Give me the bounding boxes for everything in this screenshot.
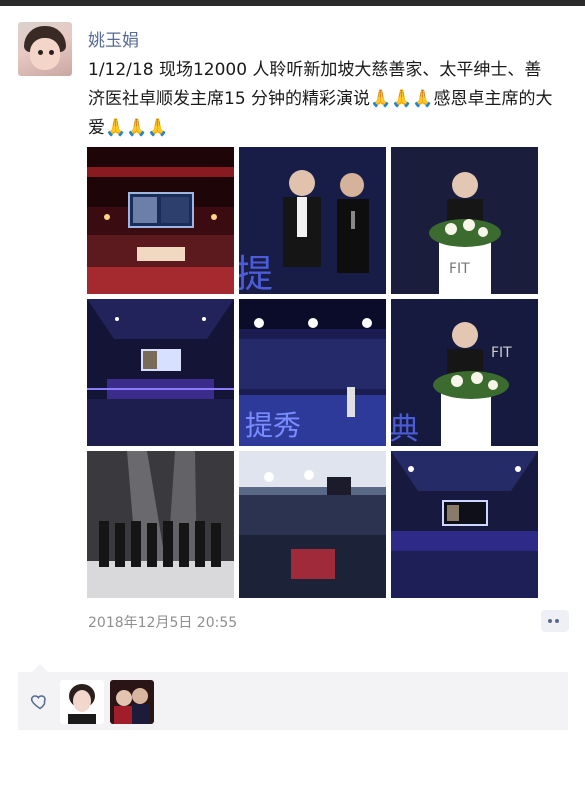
- photo-9[interactable]: [391, 451, 538, 598]
- photo-1[interactable]: [87, 147, 234, 294]
- svg-text:FIT: FIT: [491, 345, 512, 361]
- photo-4[interactable]: [87, 299, 234, 446]
- comment-dots-icon: [548, 619, 552, 623]
- svg-text:提秀: 提秀: [245, 409, 301, 442]
- photo-6[interactable]: 典 FIT: [391, 299, 538, 446]
- post-timestamp: 2018年12月5日 20:55: [88, 615, 238, 631]
- photo-7[interactable]: [87, 451, 234, 598]
- photo-8[interactable]: [239, 451, 386, 598]
- likes-section: [18, 664, 568, 730]
- photo-3[interactable]: FIT: [391, 147, 538, 294]
- photo-5[interactable]: 提秀: [239, 299, 386, 446]
- author-avatar[interactable]: [18, 22, 72, 76]
- comment-button[interactable]: [541, 610, 569, 632]
- post-text: 1/12/18 现场12000 人聆听新加坡大慈善家、太平绅士、善济医社卓顺发主…: [88, 60, 553, 138]
- author-name[interactable]: 姚玉娟: [88, 26, 139, 51]
- photo-grid: 提 FIT 提秀 典 FIT: [87, 147, 538, 598]
- liker-avatar[interactable]: [110, 680, 154, 724]
- liker-avatar[interactable]: [60, 680, 104, 724]
- heart-outline-icon[interactable]: [30, 691, 50, 711]
- svg-text:FIT: FIT: [449, 261, 470, 277]
- status-bar: [0, 0, 585, 6]
- svg-text:提: 提: [239, 252, 273, 294]
- svg-text:典: 典: [391, 412, 419, 446]
- photo-2[interactable]: 提: [239, 147, 386, 294]
